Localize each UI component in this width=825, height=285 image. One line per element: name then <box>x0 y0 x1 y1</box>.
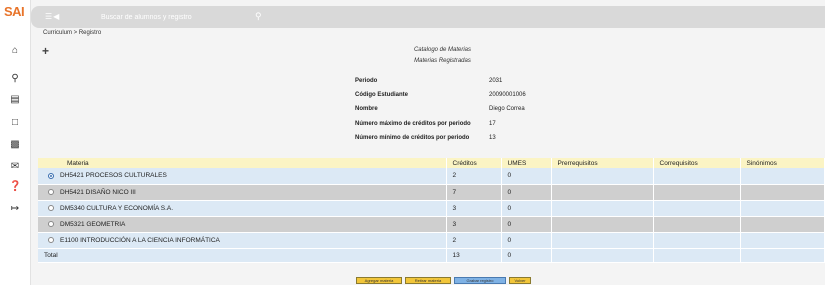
save-registration-button[interactable]: Grabar registro <box>454 277 506 284</box>
help-icon[interactable]: ❓ <box>9 181 21 193</box>
header-prerrequisitos: Prerrequisitos <box>551 158 654 168</box>
search-input[interactable] <box>101 11 251 23</box>
prerrequisitos-cell <box>551 200 654 217</box>
info-label: Código Estudiante <box>355 92 408 98</box>
materia-cell: DH5421 DISAÑO NICO III <box>38 184 447 201</box>
header-creditos: Créditos <box>446 158 502 168</box>
correquisitos-cell <box>653 216 741 233</box>
sidebar: SAI ⌂ ⚲ ▤ □ ▩ ✉ ❓ ↦ <box>0 0 31 285</box>
umes-cell: 0 <box>501 232 552 249</box>
logout-icon[interactable]: ↦ <box>9 203 21 215</box>
info-value: 17 <box>489 121 496 127</box>
info-value: 20090001006 <box>489 92 526 98</box>
info-label: Nombre <box>355 106 378 112</box>
info-label: Número mínimo de créditos por periodo <box>355 135 470 141</box>
creditos-cell: 3 <box>446 200 502 217</box>
creditos-cell: 2 <box>446 232 502 249</box>
correquisitos-cell <box>653 184 741 201</box>
correquisitos-cell <box>653 232 741 249</box>
prerrequisitos-cell <box>551 168 654 185</box>
materia-cell: DM5321 GEOMETRIA <box>38 216 447 233</box>
total-empty-cell <box>740 248 825 263</box>
creditos-cell: 3 <box>446 216 502 233</box>
sinonimos-cell <box>740 168 825 185</box>
header-materia: Materia <box>38 158 447 168</box>
materia-name: DM5321 GEOMETRIA <box>60 220 126 228</box>
info-label: Periodo <box>355 78 378 84</box>
total-umes: 0 <box>501 248 552 263</box>
row-radio[interactable] <box>48 236 54 243</box>
materia-name: DM5340 CULTURA Y ECONOMÍA S.A. <box>60 204 174 212</box>
materia-cell: DH5421 PROCESOS CULTURALES <box>38 168 447 185</box>
prerrequisitos-cell <box>551 184 654 201</box>
info-value: 13 <box>489 135 496 141</box>
creditos-cell: 2 <box>446 168 502 185</box>
document-icon[interactable]: □ <box>9 117 21 129</box>
sinonimos-cell <box>740 232 825 249</box>
header-correquisitos: Correquisitos <box>653 158 741 168</box>
search-icon[interactable]: ⚲ <box>9 73 21 85</box>
row-radio[interactable] <box>48 172 54 179</box>
row-radio[interactable] <box>48 188 54 195</box>
calendar-icon[interactable]: ▤ <box>9 94 21 106</box>
breadcrumb: Curriculum > Registro <box>43 30 102 36</box>
sinonimos-cell <box>740 216 825 233</box>
image-icon[interactable]: ▩ <box>9 139 21 151</box>
prerrequisitos-cell <box>551 216 654 233</box>
correquisitos-cell <box>653 200 741 217</box>
info-value: Diego Correa <box>489 106 525 112</box>
prerrequisitos-cell <box>551 232 654 249</box>
page-subtitle: Materias Registradas <box>414 58 471 64</box>
sinonimos-cell <box>740 184 825 201</box>
add-subject-button[interactable]: Agregar materia <box>356 277 402 284</box>
creditos-cell: 7 <box>446 184 502 201</box>
table-row[interactable]: E1100 INTRODUCCIÓN A LA CIENCIA INFORMÁT… <box>38 232 825 249</box>
header-sinonimos: Sinónimos <box>740 158 825 168</box>
total-row: Total 13 0 <box>38 248 825 263</box>
sinonimos-cell <box>740 200 825 217</box>
umes-cell: 0 <box>501 216 552 233</box>
table-row[interactable]: DM5340 CULTURA Y ECONOMÍA S.A. 3 0 <box>38 200 825 217</box>
umes-cell: 0 <box>501 200 552 217</box>
umes-cell: 0 <box>501 168 552 185</box>
correquisitos-cell <box>653 168 741 185</box>
header-umes: UMES <box>501 158 552 168</box>
materia-name: DH5421 PROCESOS CULTURALES <box>60 172 167 180</box>
table-row[interactable]: DM5321 GEOMETRIA 3 0 <box>38 216 825 233</box>
table-row[interactable]: DH5421 PROCESOS CULTURALES 2 0 <box>38 168 825 185</box>
materia-cell: DM5340 CULTURA Y ECONOMÍA S.A. <box>38 200 447 217</box>
row-radio[interactable] <box>48 204 54 211</box>
materia-name: DH5421 DISAÑO NICO III <box>60 188 136 196</box>
materia-cell: E1100 INTRODUCCIÓN A LA CIENCIA INFORMÁT… <box>38 232 447 249</box>
search-icon[interactable]: ⚲ <box>255 11 262 22</box>
top-bar: ☰◀ ⚲ <box>31 6 825 28</box>
page-title: Catalogo de Materias <box>413 47 472 53</box>
menu-toggle-icon[interactable]: ☰◀ <box>45 12 60 21</box>
total-empty-cell <box>551 248 654 263</box>
table-header-row: Materia Créditos UMES Prerrequisitos Cor… <box>38 158 825 168</box>
mail-icon[interactable]: ✉ <box>9 161 21 173</box>
total-creditos: 13 <box>446 248 502 263</box>
subjects-table: Materia Créditos UMES Prerrequisitos Cor… <box>38 158 825 263</box>
materia-name: E1100 INTRODUCCIÓN A LA CIENCIA INFORMÁT… <box>60 236 220 244</box>
remove-subject-button[interactable]: Retirar materia <box>405 277 451 284</box>
total-label: Total <box>38 248 447 263</box>
app-logo: SAI <box>4 4 25 19</box>
back-button[interactable]: Volver <box>509 277 531 284</box>
total-empty-cell <box>653 248 741 263</box>
umes-cell: 0 <box>501 184 552 201</box>
info-label: Número máximo de créditos por periodo <box>355 121 471 127</box>
info-value: 2031 <box>489 78 503 84</box>
table-row[interactable]: DH5421 DISAÑO NICO III 7 0 <box>38 184 825 201</box>
row-radio[interactable] <box>48 220 54 227</box>
